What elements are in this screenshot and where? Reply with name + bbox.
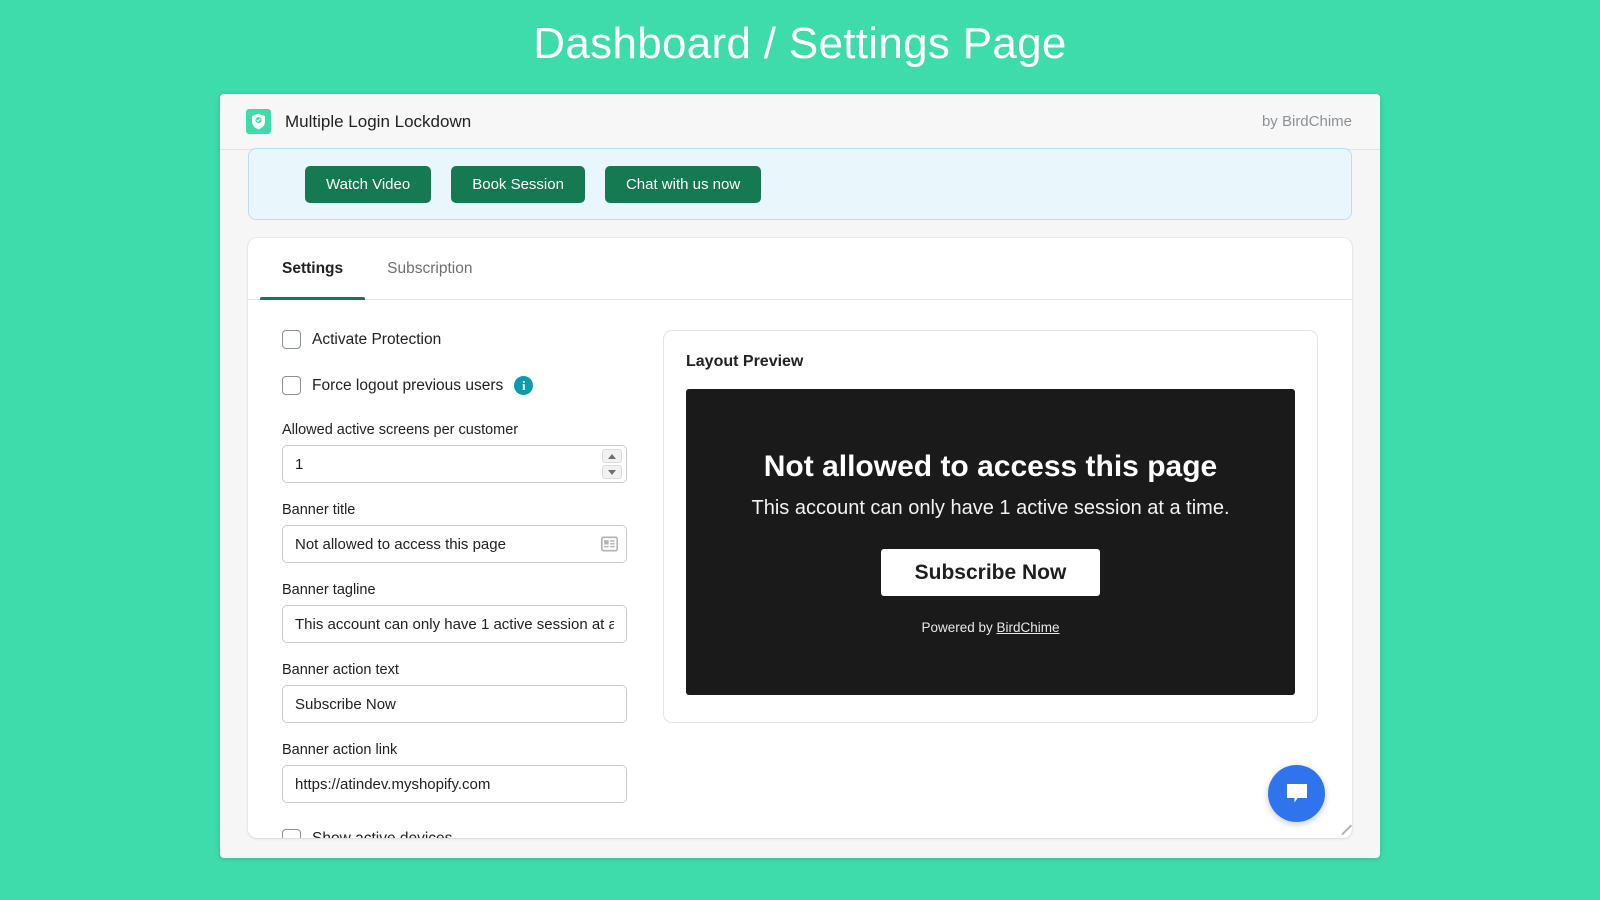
banner-tagline-field: Banner tagline: [282, 582, 627, 643]
shield-check-icon: [246, 109, 271, 134]
chevron-down-icon: [608, 470, 616, 475]
app-window: Multiple Login Lockdown by BirdChime Wat…: [220, 94, 1380, 858]
stepper-increment-button[interactable]: [602, 449, 622, 463]
banner-title-label: Banner title: [282, 502, 627, 518]
banner-action-link-input[interactable]: [282, 765, 627, 803]
activate-protection-checkbox[interactable]: [282, 330, 301, 349]
window-resize-handle[interactable]: [1340, 820, 1354, 834]
activate-protection-label: Activate Protection: [312, 331, 441, 349]
settings-card: Settings Subscription Activate Protectio…: [248, 238, 1352, 838]
powered-by-text: Powered by: [921, 620, 996, 635]
banner-action-text-field: Banner action text: [282, 662, 627, 723]
watch-video-button[interactable]: Watch Video: [305, 166, 431, 203]
contact-card-autofill-icon[interactable]: [601, 537, 618, 552]
app-topbar: Multiple Login Lockdown by BirdChime: [220, 94, 1380, 150]
show-active-devices-label: Show active devices: [312, 830, 452, 839]
banner-action-link-field: Banner action link: [282, 742, 627, 803]
preview-banner-tagline: This account can only have 1 active sess…: [751, 497, 1229, 520]
app-byline: by BirdChime: [1262, 113, 1352, 130]
preview-subscribe-button[interactable]: Subscribe Now: [881, 549, 1101, 596]
show-active-devices-row[interactable]: Show active devices: [282, 829, 627, 838]
book-session-button[interactable]: Book Session: [451, 166, 585, 203]
banner-title-input[interactable]: [282, 525, 627, 563]
quantity-stepper[interactable]: [602, 449, 622, 479]
layout-preview-panel: Layout Preview Not allowed to access thi…: [663, 330, 1318, 723]
banner-title-field: Banner title: [282, 502, 627, 563]
force-logout-label: Force logout previous users: [312, 377, 503, 395]
force-logout-row[interactable]: Force logout previous users i: [282, 376, 627, 395]
layout-preview-title: Layout Preview: [686, 353, 1295, 371]
chat-with-us-button[interactable]: Chat with us now: [605, 166, 761, 203]
banner-action-text-label: Banner action text: [282, 662, 627, 678]
settings-form: Activate Protection Force logout previou…: [282, 330, 627, 838]
birdchime-link[interactable]: BirdChime: [997, 620, 1060, 635]
app-content: Watch Video Book Session Chat with us no…: [220, 150, 1380, 858]
activate-protection-row[interactable]: Activate Protection: [282, 330, 627, 349]
preview-powered-by: Powered by BirdChime: [921, 620, 1059, 635]
app-title: Multiple Login Lockdown: [285, 112, 471, 132]
show-active-devices-checkbox[interactable]: [282, 829, 301, 838]
cta-banner: Watch Video Book Session Chat with us no…: [248, 148, 1352, 220]
tab-settings[interactable]: Settings: [260, 238, 365, 299]
allowed-screens-label: Allowed active screens per customer: [282, 422, 627, 438]
info-circle-icon[interactable]: i: [514, 376, 533, 395]
preview-banner-title: Not allowed to access this page: [764, 449, 1217, 485]
allowed-screens-input[interactable]: [282, 445, 627, 483]
cta-button-row: Watch Video Book Session Chat with us no…: [305, 166, 761, 203]
chat-bubble-icon[interactable]: [1268, 765, 1325, 822]
stepper-decrement-button[interactable]: [602, 465, 622, 479]
force-logout-checkbox[interactable]: [282, 376, 301, 395]
tab-bar: Settings Subscription: [248, 238, 1352, 300]
chevron-up-icon: [608, 454, 616, 459]
banner-tagline-input[interactable]: [282, 605, 627, 643]
card-body: Activate Protection Force logout previou…: [248, 300, 1352, 838]
allowed-screens-field: Allowed active screens per customer: [282, 422, 627, 483]
preview-stage: Not allowed to access this page This acc…: [686, 389, 1295, 695]
banner-action-link-label: Banner action link: [282, 742, 627, 758]
banner-tagline-label: Banner tagline: [282, 582, 627, 598]
page-title: Dashboard / Settings Page: [0, 0, 1600, 71]
banner-action-text-input[interactable]: [282, 685, 627, 723]
tab-subscription[interactable]: Subscription: [365, 238, 494, 299]
